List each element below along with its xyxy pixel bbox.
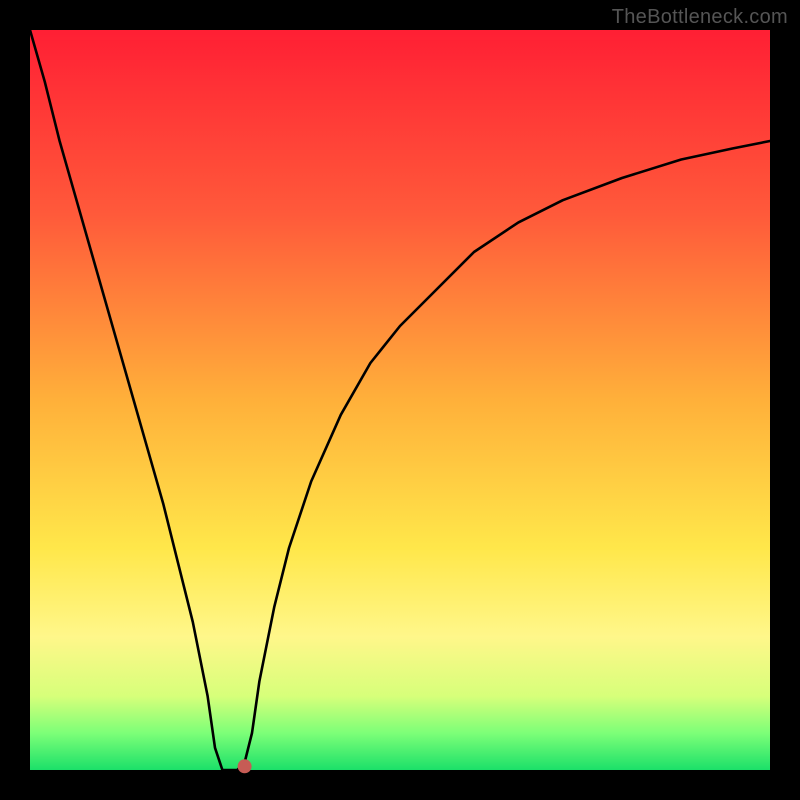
bottleneck-curve <box>30 30 770 770</box>
optimum-marker <box>238 759 252 773</box>
chart-frame: TheBottleneck.com <box>0 0 800 800</box>
watermark-text: TheBottleneck.com <box>612 6 788 29</box>
curve-layer <box>30 30 770 770</box>
